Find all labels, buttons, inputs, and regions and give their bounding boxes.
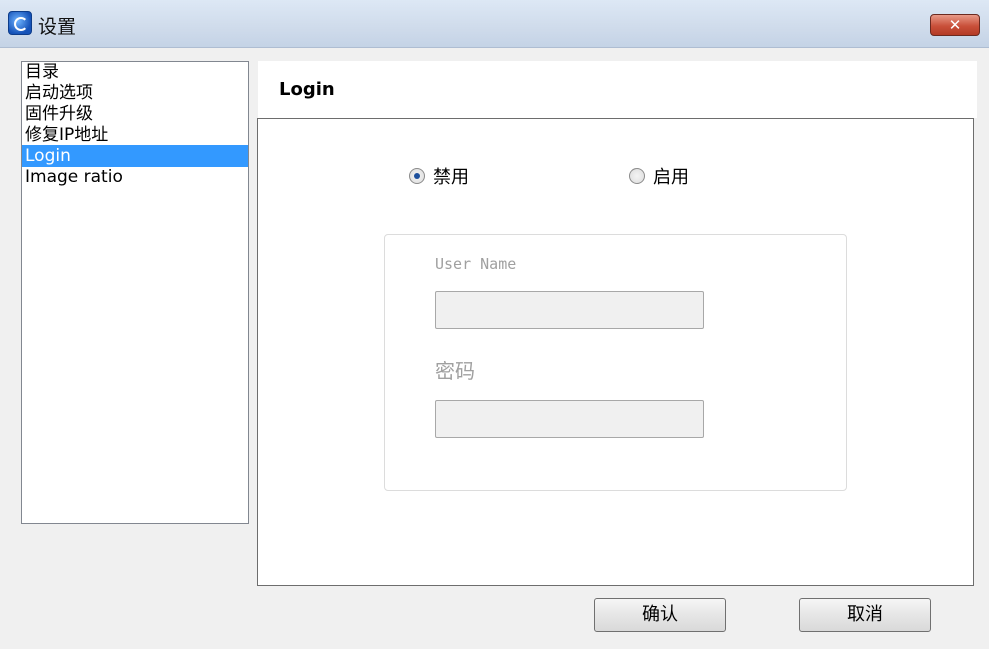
content-header: Login: [258, 61, 977, 118]
confirm-button[interactable]: 确认: [594, 598, 726, 632]
username-label: User Name: [435, 255, 517, 273]
radio-enable-label: 启用: [653, 167, 689, 188]
nav-item-startup-options[interactable]: 启动选项: [22, 82, 248, 104]
nav-item-directory[interactable]: 目录: [22, 61, 248, 83]
cancel-button[interactable]: 取消: [799, 598, 931, 632]
window-title: 设置: [38, 16, 77, 38]
credentials-group: User Name 密码: [384, 234, 847, 491]
login-settings-panel: 禁用 启用 User Name 密码: [257, 118, 974, 586]
title-bar: 设置 ✕: [0, 0, 989, 48]
radio-checked-icon: [409, 168, 425, 184]
nav-item-firmware-upgrade[interactable]: 固件升级: [22, 103, 248, 125]
radio-disable-label: 禁用: [433, 167, 469, 188]
app-icon: [8, 11, 32, 35]
nav-item-login[interactable]: Login: [22, 145, 248, 167]
settings-nav-list: 目录 启动选项 固件升级 修复IP地址 Login Image ratio: [21, 61, 249, 524]
page-title: Login: [279, 79, 335, 100]
radio-disable[interactable]: 禁用: [409, 163, 469, 189]
nav-item-fix-ip-address[interactable]: 修复IP地址: [22, 124, 248, 146]
radio-enable[interactable]: 启用: [629, 163, 689, 189]
password-label: 密码: [435, 359, 475, 383]
nav-item-image-ratio[interactable]: Image ratio: [22, 166, 248, 188]
password-input[interactable]: [435, 400, 704, 438]
close-button[interactable]: ✕: [930, 14, 980, 36]
radio-unchecked-icon: [629, 168, 645, 184]
username-input[interactable]: [435, 291, 704, 329]
